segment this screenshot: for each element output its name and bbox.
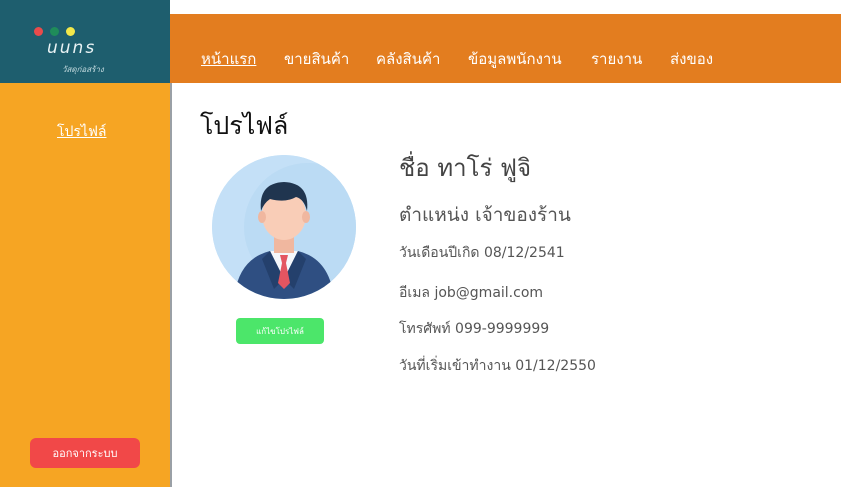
logout-button[interactable]: ออกจากระบบ xyxy=(30,438,140,468)
red-dot-icon xyxy=(34,27,43,36)
top-navigation: หน้าแรก ขายสินค้า คลังสินค้า ข้อมูลพนักง… xyxy=(170,14,841,83)
nav-item-employees[interactable]: ข้อมูลพนักงาน xyxy=(468,47,562,71)
sidebar: โปรไฟล์ ออกจากระบบ xyxy=(0,83,170,487)
sidebar-divider xyxy=(170,83,172,487)
profile-phone: โทรศัพท์ 099-9999999 xyxy=(399,321,550,337)
logo-text: uuns xyxy=(47,38,97,58)
page-title: โปรไฟล์ xyxy=(200,111,289,140)
sidebar-item-profile[interactable]: โปรไฟล์ xyxy=(57,121,106,143)
profile-start-date: วันที่เริ่มเข้าทำงาน 01/12/2550 xyxy=(399,358,596,374)
yellow-dot-icon xyxy=(66,27,75,36)
profile-name: ชื่อ ทาโร่ ฟูจิ xyxy=(399,154,532,182)
businessman-avatar-icon xyxy=(212,155,356,299)
nav-item-reports[interactable]: รายงาน xyxy=(591,47,642,71)
brand-block: uuns วัสดุก่อสร้าง xyxy=(0,0,170,83)
nav-item-delivery[interactable]: ส่งของ xyxy=(670,47,713,71)
green-dot-icon xyxy=(50,27,59,36)
avatar xyxy=(212,155,356,299)
profile-birthdate: วันเดือนปีเกิด 08/12/2541 xyxy=(399,245,565,261)
nav-item-inventory[interactable]: คลังสินค้า xyxy=(376,47,440,71)
profile-email: อีเมล job@gmail.com xyxy=(399,285,544,301)
nav-item-sell[interactable]: ขายสินค้า xyxy=(284,47,349,71)
window-dots xyxy=(34,27,75,36)
edit-profile-button[interactable]: แก้ไขโปรไฟล์ xyxy=(236,318,324,344)
nav-item-home[interactable]: หน้าแรก xyxy=(201,47,256,71)
profile-position: ตำแหน่ง เจ้าของร้าน xyxy=(399,204,571,226)
logo-tagline: วัสดุก่อสร้าง xyxy=(62,65,104,74)
